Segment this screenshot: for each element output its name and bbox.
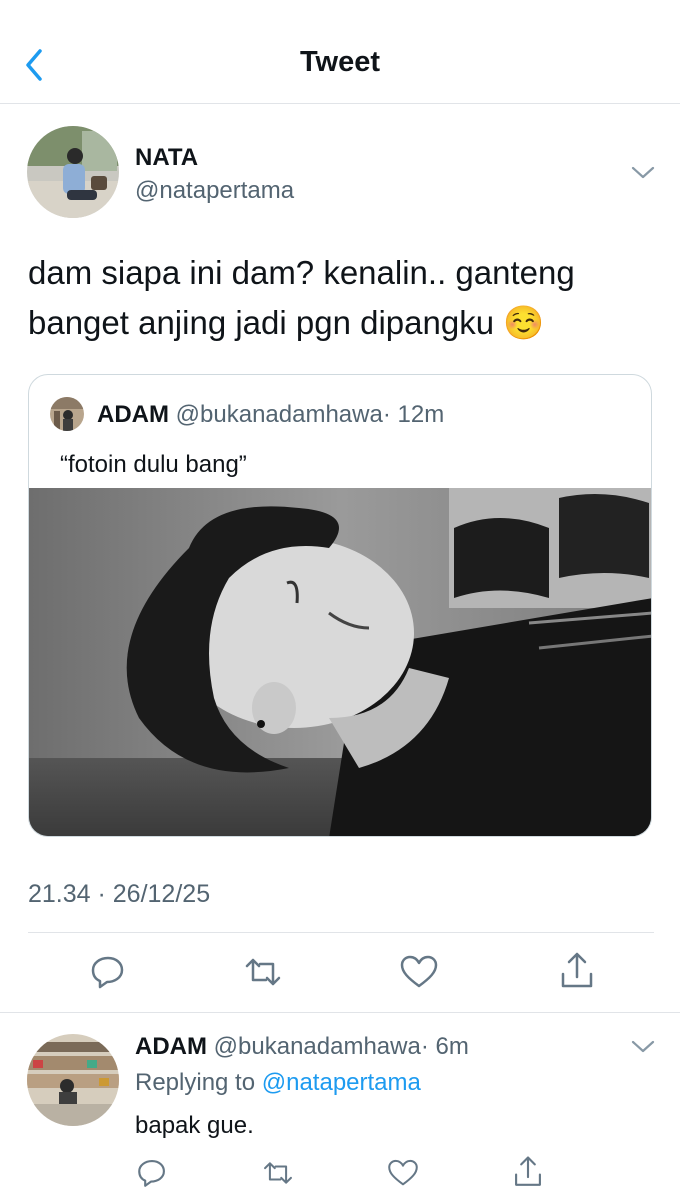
reply-icon: [91, 956, 124, 989]
quoted-author-handle: @bukanadamhawa: [175, 401, 383, 428]
reply-time: · 6m: [420, 1033, 469, 1060]
author-name[interactable]: NATA: [135, 144, 198, 172]
more-chevron-icon: [631, 1040, 655, 1053]
quoted-tweet-text: “fotoin dulu bang”: [60, 451, 247, 478]
replying-to-label: Replying to: [135, 1069, 256, 1096]
divider: [28, 932, 654, 933]
reply-like-button[interactable]: [386, 1156, 420, 1190]
quoted-author-name: ADAM: [97, 401, 169, 428]
reply-text: bapak gue.: [135, 1112, 254, 1139]
reply-author-name[interactable]: ADAM: [135, 1033, 207, 1060]
reply-reply-button[interactable]: [135, 1156, 169, 1190]
like-button[interactable]: [398, 952, 440, 992]
smiling-emoji: ☺️: [503, 304, 545, 341]
reply-author-handle[interactable]: @bukanadamhawa: [214, 1033, 421, 1060]
retweet-icon: [264, 1162, 292, 1184]
like-icon: [388, 1159, 418, 1186]
quoted-tweet-photo[interactable]: [29, 488, 651, 836]
reply-more-options-button[interactable]: [628, 1034, 658, 1058]
tweet-text: dam siapa ini dam? kenalin.. ganteng ban…: [28, 248, 668, 348]
portrait-photo: [29, 488, 651, 836]
more-options-button[interactable]: [628, 160, 658, 184]
reply-share-button[interactable]: [511, 1154, 545, 1190]
share-icon: [515, 1156, 541, 1186]
tweet-text-line: dam siapa ini dam? kenalin.. ganteng: [28, 254, 575, 291]
replying-to-line: Replying to @natapertama: [135, 1069, 421, 1097]
tweet-text-line-content: banget anjing jadi pgn dipangku: [28, 304, 495, 341]
reply-author-line: ADAM @bukanadamhawa· 6m: [135, 1033, 469, 1061]
reply-retweet-button[interactable]: [261, 1156, 295, 1190]
retweet-button[interactable]: [242, 952, 284, 992]
reply-avatar-photo: [27, 1034, 119, 1126]
tweet-text-line: banget anjing jadi pgn dipangku ☺️: [28, 298, 668, 348]
tweet-timestamp[interactable]: 21.34 · 26/12/25: [28, 880, 210, 909]
replying-to-handle-link[interactable]: @natapertama: [262, 1069, 421, 1096]
avatar-photo: [27, 126, 119, 218]
author-handle[interactable]: @natapertama: [135, 177, 294, 205]
quoted-author-line: ADAM @bukanadamhawa· 12m: [97, 401, 444, 429]
quoted-author-avatar: [50, 397, 84, 431]
retweet-icon: [245, 958, 281, 986]
reply-icon: [138, 1160, 165, 1187]
page-title: Tweet: [299, 46, 381, 78]
more-chevron-icon: [631, 166, 655, 179]
author-avatar[interactable]: [27, 126, 119, 218]
share-button[interactable]: [557, 950, 597, 992]
quoted-time: · 12m: [382, 401, 445, 428]
like-icon: [400, 955, 438, 988]
share-icon: [561, 952, 593, 988]
top-nav-bar: Tweet: [0, 0, 680, 104]
divider: [0, 1012, 680, 1013]
quoted-avatar-photo: [50, 397, 84, 431]
reply-author-avatar[interactable]: [27, 1034, 119, 1126]
quoted-tweet-card[interactable]: ADAM @bukanadamhawa· 12m “fotoin dulu ba…: [28, 374, 652, 837]
reply-button[interactable]: [88, 952, 128, 992]
